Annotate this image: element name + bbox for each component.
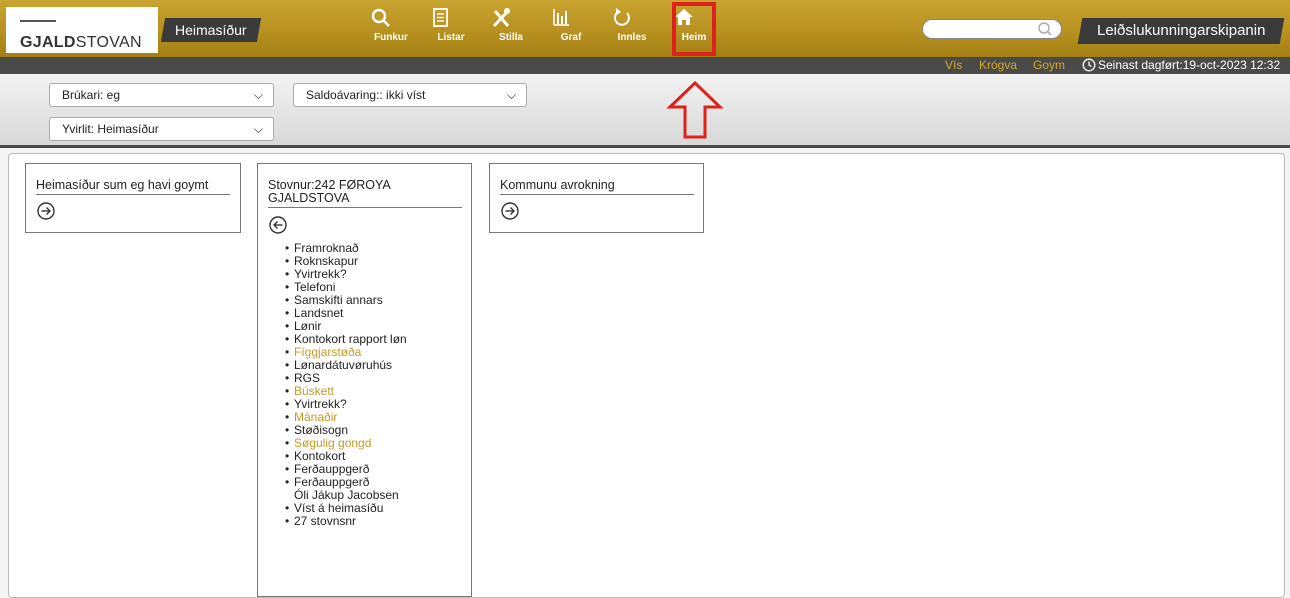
- tools-icon: [492, 8, 510, 28]
- arrow-left-circle-icon[interactable]: [268, 215, 288, 235]
- institution-link[interactable]: 27 stovnsnr: [285, 515, 407, 529]
- nav-innles[interactable]: Innles: [610, 4, 654, 54]
- top-bar: GJALDSTOVAN Heimasíður Funkur Listar Sti…: [0, 0, 1290, 57]
- municipal-title: Kommunu avrokning: [500, 179, 694, 195]
- user-select-value: Brúkari: eg: [62, 88, 121, 102]
- nav-stilla[interactable]: Stilla: [489, 4, 533, 54]
- overview-select-value: Yvirlit: Heimasíður: [62, 122, 159, 136]
- status-strip: Vís Krógva Goym Seinast dagført:19-oct-2…: [0, 57, 1290, 74]
- institution-title: Stovnur:242 FØROYA GJALDSTOVA: [268, 179, 462, 208]
- chevron-down-icon: ⌵: [506, 88, 516, 102]
- balance-warning-value: Saldoávaring:: ikki víst: [306, 88, 426, 102]
- logo[interactable]: GJALDSTOVAN: [6, 7, 158, 53]
- clock-icon: [1082, 58, 1096, 72]
- goym-link[interactable]: Goym: [1033, 58, 1065, 72]
- bar-chart-icon: [553, 9, 569, 26]
- filter-bar: Brúkari: eg ⌵ Saldoávaring:: ikki víst ⌵…: [0, 74, 1290, 148]
- document-icon: [433, 8, 448, 27]
- overview-select[interactable]: Yvirlit: Heimasíður ⌵: [49, 117, 274, 141]
- refresh-icon: [613, 8, 630, 26]
- user-select[interactable]: Brúkari: eg ⌵: [49, 83, 274, 107]
- municipal-panel: Kommunu avrokning: [489, 163, 704, 233]
- guidance-tab[interactable]: Leiðslukunningarskipanin: [1077, 18, 1285, 44]
- saved-pages-panel: Heimasíður sum eg havi goymt: [25, 163, 241, 233]
- logo-text: GJALDSTOVAN: [20, 34, 142, 51]
- arrow-right-circle-icon[interactable]: [500, 201, 520, 221]
- chevron-down-icon: ⌵: [253, 122, 263, 136]
- logo-line: [20, 20, 56, 22]
- last-updated: Seinast dagført:19-oct-2023 12:32: [1082, 58, 1280, 72]
- institution-panel: Stovnur:242 FØROYAGJALDSTOVA FramroknaðR…: [257, 163, 472, 597]
- up-arrow-annotation: [666, 80, 724, 139]
- arrow-right-circle-icon[interactable]: [36, 201, 56, 221]
- search-field-icon[interactable]: [1036, 21, 1054, 37]
- content-area: Heimasíður sum eg havi goymt Stovnur:242…: [8, 153, 1285, 598]
- section-tab-heimasidur[interactable]: Heimasíður: [160, 18, 262, 42]
- nav-listar[interactable]: Listar: [429, 4, 473, 54]
- nav-funkur[interactable]: Funkur: [369, 4, 413, 54]
- nav-graf[interactable]: Graf: [549, 4, 593, 54]
- heim-highlight-box: [672, 2, 716, 56]
- institution-link-list: FramroknaðRoknskapurYvirtrekk?TelefoniSa…: [285, 242, 407, 529]
- last-updated-text: Seinast dagført:19-oct-2023 12:32: [1098, 58, 1281, 72]
- vis-link[interactable]: Vís: [945, 58, 962, 72]
- chevron-down-icon: ⌵: [253, 88, 263, 102]
- balance-warning-select[interactable]: Saldoávaring:: ikki víst ⌵: [293, 83, 527, 107]
- search-icon: [371, 8, 390, 27]
- saved-pages-title: Heimasíður sum eg havi goymt: [36, 179, 230, 195]
- krogva-link[interactable]: Krógva: [979, 58, 1017, 72]
